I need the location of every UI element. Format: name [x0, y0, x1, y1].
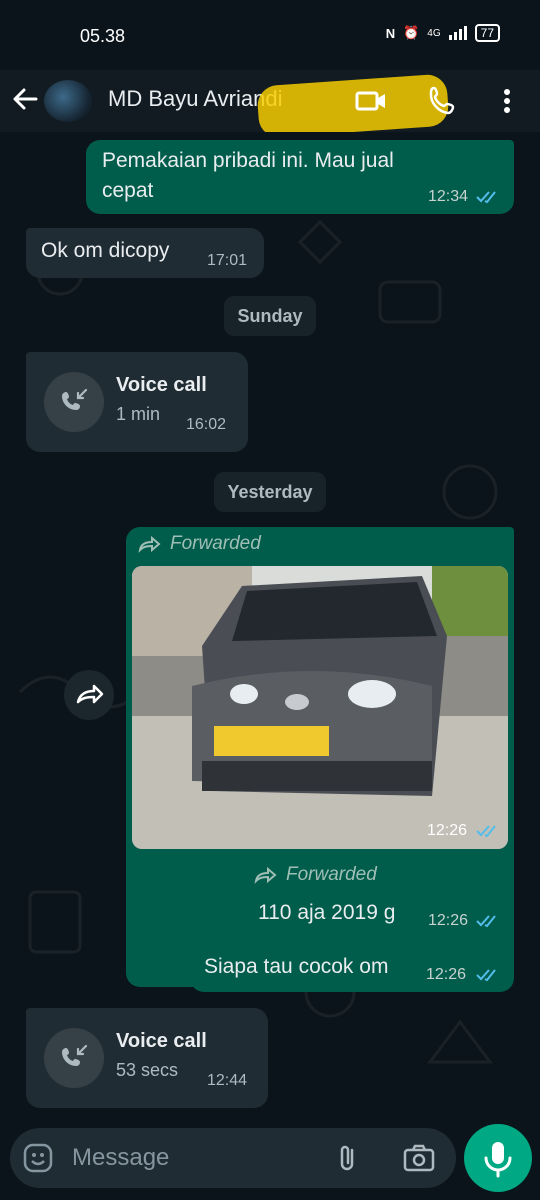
date-separator: Sunday [224, 296, 316, 336]
message-text: Pemakaian pribadi ini. Mau jual cepat [102, 149, 394, 202]
message-bubble[interactable]: Ok om dicopy 17:01 [26, 228, 264, 278]
message-time: 17:01 [207, 252, 248, 269]
redaction-mark [256, 73, 450, 139]
message-text: 110 aja 2019 g [258, 901, 396, 924]
camera-icon[interactable] [402, 1142, 436, 1174]
nfc-icon: N [385, 25, 396, 41]
call-duration: 53 secs [116, 1060, 179, 1080]
message-placeholder: Message [72, 1144, 170, 1171]
call-title: Voice call [116, 374, 207, 396]
back-arrow-icon[interactable] [10, 84, 40, 114]
status-icons: N ⏰ 4G 77 [386, 24, 500, 42]
status-bar: 05.38 N ⏰ 4G 77 [0, 0, 540, 70]
phone-icon[interactable] [426, 84, 460, 118]
attach-icon[interactable] [332, 1142, 364, 1174]
read-ticks-icon [476, 191, 496, 204]
call-duration: 1 min [116, 404, 161, 424]
message-bubble[interactable]: Siapa tau cocok om 12:26 [190, 944, 514, 992]
forwarded-text: Forwarded [286, 864, 377, 885]
battery-level: 77 [474, 24, 500, 42]
forwarded-icon [138, 535, 161, 553]
chat-area[interactable]: Pemakaian pribadi ini. Mau jual cepat 12… [0, 132, 540, 1122]
message-bubble[interactable]: Forwarded 110 aja 2019 g 12:26 [242, 858, 514, 938]
read-ticks-icon [476, 915, 496, 928]
incoming-call-icon [44, 1028, 104, 1088]
forwarded-text: Forwarded [170, 533, 261, 554]
message-time: 12:26 [426, 966, 467, 983]
chat-header: MD Bayu Avriandi [0, 70, 540, 139]
forwarded-label: Forwarded [138, 533, 261, 555]
message-input[interactable]: Message [10, 1128, 456, 1188]
message-time: 12:34 [428, 188, 469, 205]
forward-icon [76, 684, 104, 704]
voice-call-bubble[interactable]: Voice call 1 min 16:02 [26, 352, 248, 452]
more-vert-icon[interactable] [490, 84, 524, 118]
forwarded-icon [254, 866, 277, 884]
alarm-icon: ⏰ [403, 25, 420, 40]
message-time: 12:26 [427, 822, 468, 839]
incoming-call-icon [44, 372, 104, 432]
message-time: 12:44 [207, 1072, 248, 1089]
composer-bar: Message [0, 1122, 540, 1200]
message-text: Siapa tau cocok om [204, 955, 389, 978]
mic-button[interactable] [464, 1124, 532, 1192]
message-time: 16:02 [186, 416, 227, 433]
forward-button[interactable] [64, 670, 114, 720]
network-label: 4G [427, 27, 441, 39]
message-text: Ok om dicopy [41, 239, 170, 262]
avatar[interactable] [44, 80, 92, 122]
mic-icon [484, 1142, 512, 1178]
contact-name[interactable]: MD Bayu Avriandi [108, 73, 450, 139]
read-ticks-icon [476, 825, 496, 838]
message-bubble[interactable]: Pemakaian pribadi ini. Mau jual cepat 12… [86, 140, 514, 214]
message-time: 12:26 [428, 912, 469, 929]
read-ticks-icon [476, 969, 496, 982]
voice-call-bubble[interactable]: Voice call 53 secs 12:44 [26, 1008, 268, 1108]
video-call-icon[interactable] [354, 84, 388, 118]
signal-icon [448, 26, 467, 40]
forwarded-label: Forwarded [254, 864, 377, 886]
date-separator: Yesterday [214, 472, 326, 512]
status-time: 05.38 [80, 26, 126, 46]
emoji-icon[interactable] [22, 1142, 54, 1174]
car-photo[interactable] [132, 566, 508, 849]
call-title: Voice call [116, 1030, 207, 1052]
